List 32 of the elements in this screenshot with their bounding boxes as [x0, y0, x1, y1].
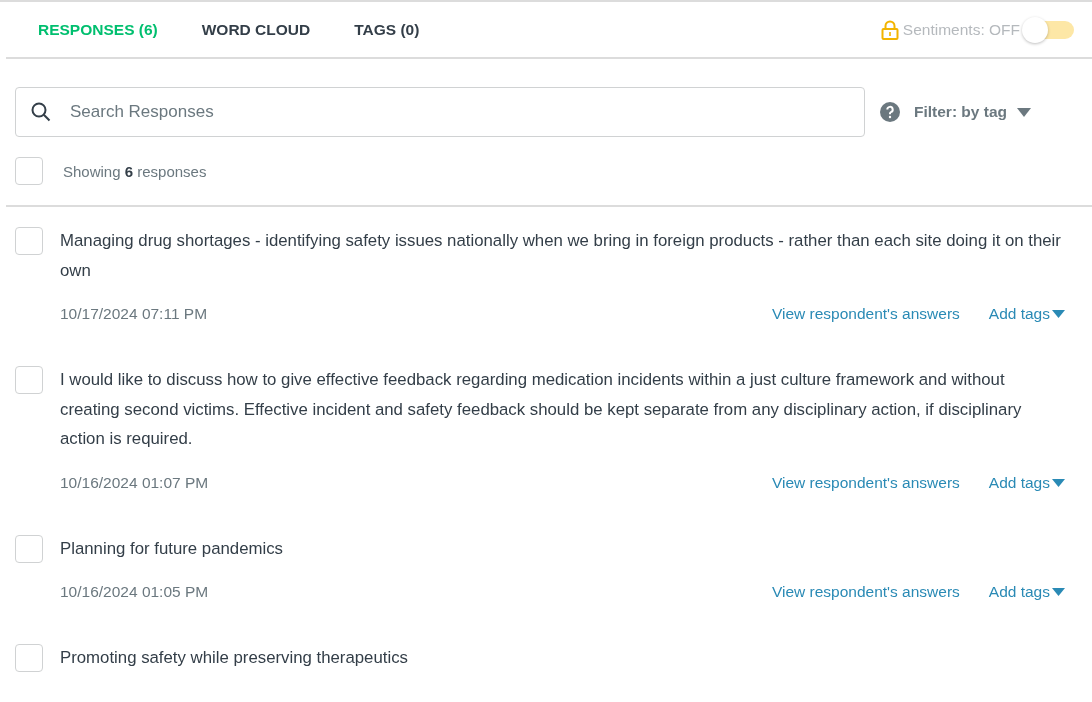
- caret-icon: [1052, 478, 1065, 487]
- search-field[interactable]: Search Responses: [15, 87, 865, 137]
- view-answers-link[interactable]: View respondent's answers: [771, 305, 960, 323]
- lock-icon: [880, 19, 899, 40]
- view-answers-link[interactable]: View respondent's answers: [771, 473, 960, 492]
- tab[interactable]: WORD CLOUD: [201, 20, 311, 39]
- select-all-checkbox[interactable]: [15, 157, 43, 185]
- response-text: Managing drug shortages - identifying safety issues nationally when we bring in foreign products - rather than each site doing it on their own: [60, 230, 1062, 282]
- response-date: 10/16/2024 01:07 PM: [60, 473, 210, 492]
- sentiments-label: Sentiments: OFF: [902, 20, 1020, 39]
- add-tags-link[interactable]: Add tags: [988, 305, 1065, 323]
- response-checkbox[interactable]: [15, 227, 43, 255]
- response-date: 10/17/2024 07:11 PM: [60, 305, 209, 323]
- response-checkbox[interactable]: [15, 366, 43, 394]
- add-tags-link[interactable]: Add tags: [988, 473, 1065, 492]
- response-date: 10/16/2024 01:05 PM: [60, 583, 210, 601]
- view-answers-link[interactable]: View respondent's answers: [771, 583, 960, 601]
- help-icon[interactable]: [880, 102, 900, 122]
- response-text: I would like to discuss how to give effective feedback regarding medication incidents within a just culture framework and without creating second victims. Effective incident and safety feedback should be kept separate from any disciplinary action, if disciplinary action is required.: [60, 369, 1023, 450]
- filter-dropdown[interactable]: Filter: by tag: [906, 103, 1039, 121]
- add-tags-link[interactable]: Add tags: [988, 583, 1065, 601]
- tab[interactable]: TAGS (0): [354, 20, 420, 39]
- caret-icon: [1017, 107, 1031, 117]
- response-checkbox[interactable]: [15, 534, 43, 563]
- response-text: Planning for future pandemics: [60, 537, 284, 560]
- tab[interactable]: RESPONSES (6): [38, 20, 158, 39]
- caret-icon: [1052, 310, 1065, 318]
- showing-count: Showing 6 responses: [63, 162, 207, 180]
- response-text: Promoting safety while preserving therapeutics: [60, 647, 409, 669]
- response-checkbox[interactable]: [15, 644, 43, 672]
- search-icon: [31, 102, 51, 122]
- caret-icon: [1052, 588, 1065, 596]
